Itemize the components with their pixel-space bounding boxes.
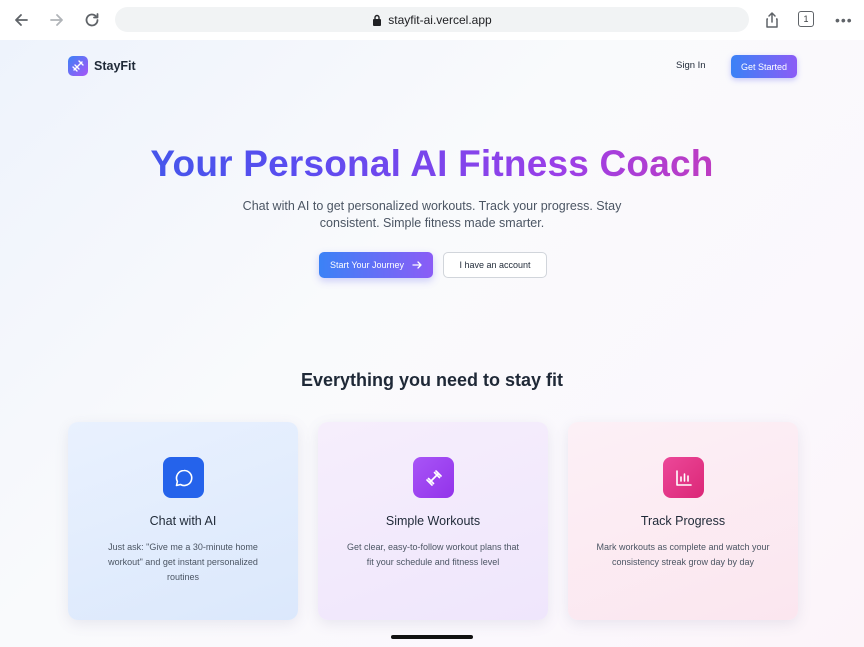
share-icon[interactable] [760, 8, 784, 32]
hero-subtitle: Chat with AI to get personalized workout… [242, 199, 622, 230]
hero-title: Your Personal AI Fitness Coach [0, 142, 864, 186]
arrow-right-icon [412, 261, 422, 269]
back-icon[interactable] [9, 8, 33, 32]
feature-card-title: Chat with AI [149, 514, 217, 528]
tab-switcher-button[interactable]: 1 [798, 11, 814, 27]
start-journey-label: Start Your Journey [329, 260, 405, 270]
bar-chart-icon [663, 457, 704, 498]
home-indicator [391, 635, 473, 639]
feature-card-title: Track Progress [640, 514, 726, 528]
get-started-button[interactable]: Get Started [731, 55, 797, 78]
dumbbell-logo-icon [68, 56, 88, 76]
browser-toolbar: stayfit-ai.vercel.app 1 ••• [0, 0, 864, 40]
start-journey-button[interactable]: Start Your Journey [319, 252, 433, 278]
more-menu-icon[interactable]: ••• [835, 12, 853, 28]
feature-card-description: Get clear, easy-to-follow workout plans … [346, 542, 520, 567]
sign-in-link[interactable]: Sign In [676, 60, 706, 71]
address-bar[interactable]: stayfit-ai.vercel.app [115, 7, 749, 32]
url-text: stayfit-ai.vercel.app [388, 12, 492, 27]
lock-icon [373, 14, 382, 26]
feature-card-chat: Chat with AI Just ask: "Give me a 30-min… [68, 422, 298, 620]
feature-card-description: Just ask: "Give me a 30-minute home work… [108, 542, 258, 582]
logo[interactable]: StayFit [68, 56, 136, 76]
chat-bubble-icon [163, 457, 204, 498]
feature-card-description: Mark workouts as complete and watch your… [596, 542, 770, 567]
have-account-button[interactable]: I have an account [443, 252, 547, 278]
landing-page: StayFit Sign In Get Started Your Persona… [0, 40, 864, 647]
feature-card-title: Simple Workouts [385, 514, 481, 528]
forward-icon[interactable] [45, 8, 69, 32]
feature-card-progress: Track Progress Mark workouts as complete… [568, 422, 798, 620]
logo-text: StayFit [94, 59, 136, 73]
feature-card-workouts: Simple Workouts Get clear, easy-to-follo… [318, 422, 548, 620]
reload-icon[interactable] [80, 8, 104, 32]
features-heading: Everything you need to stay fit [300, 370, 564, 390]
dumbbell-icon [413, 457, 454, 498]
